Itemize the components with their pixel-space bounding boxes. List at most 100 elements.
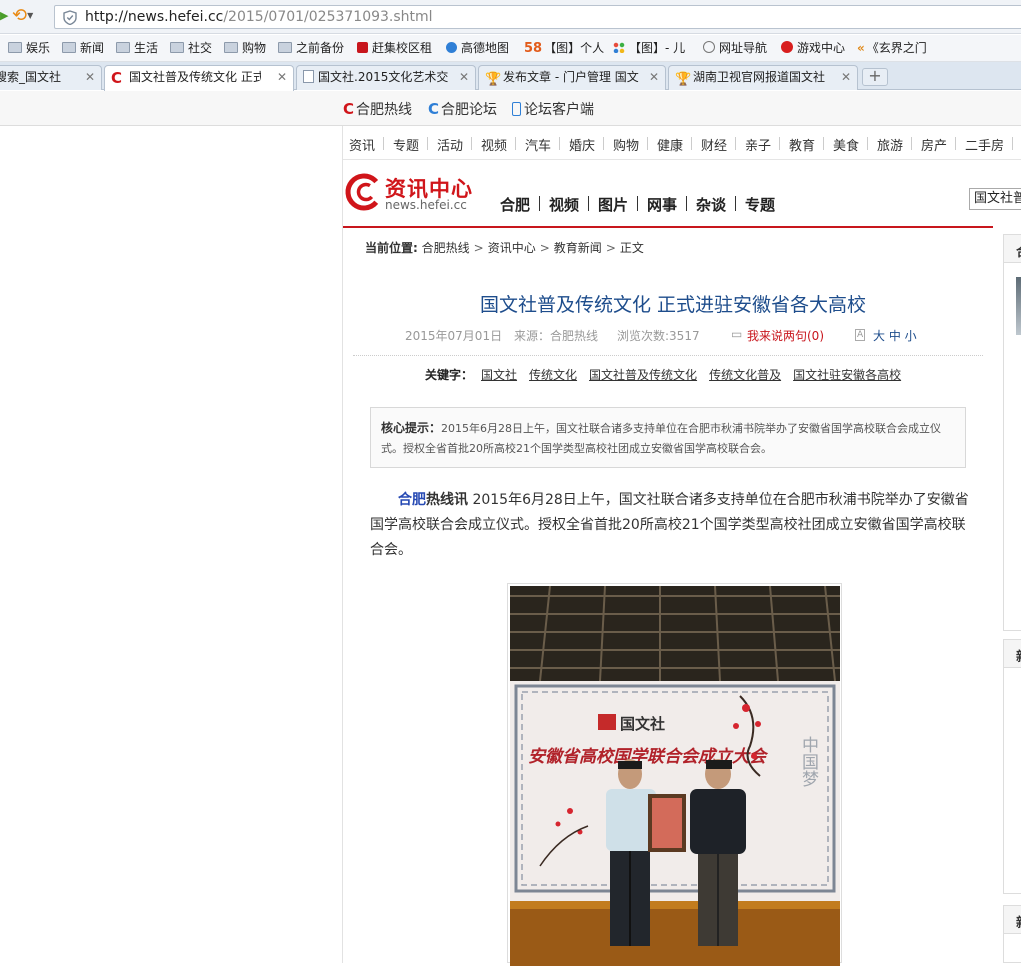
- folder-icon: [170, 42, 184, 53]
- map-icon: [446, 42, 457, 53]
- cat-item[interactable]: 婚庆: [569, 135, 595, 154]
- divider: [1012, 137, 1013, 150]
- folder-icon: [224, 42, 238, 53]
- site-top-bar: C 合肥热线 C 合肥论坛 论坛客户端: [0, 91, 1021, 126]
- divider: [559, 137, 560, 150]
- top-link-forum[interactable]: C 合肥论坛: [428, 99, 497, 119]
- browser-tab[interactable]: 国文社.2015文化艺术交 ✕: [296, 65, 476, 90]
- divider: [911, 137, 912, 150]
- cat-item[interactable]: 二手房: [965, 135, 1004, 154]
- keyword-link[interactable]: 国文社: [481, 368, 517, 382]
- forum-c-icon: C: [428, 100, 440, 118]
- bookmark-link[interactable]: 赶集校区租: [357, 39, 432, 57]
- sidebar-heading: 合: [1004, 235, 1021, 263]
- address-bar[interactable]: http://news.hefei.cc/2015/0701/025371093…: [54, 5, 1021, 29]
- article-photo[interactable]: 国文社 安徽省高校国学联合会成立大会 中国梦: [507, 583, 842, 966]
- publish-date: 2015年07月01日: [405, 329, 503, 343]
- bookmark-link[interactable]: 58 【图】个人: [524, 39, 604, 57]
- news-center-logo-icon[interactable]: [343, 172, 383, 212]
- cat-item[interactable]: 房产: [921, 135, 947, 154]
- cat-item[interactable]: 亲子: [745, 135, 771, 154]
- bookmark-link[interactable]: 【图】- 儿: [613, 39, 685, 57]
- breadcrumb-current: 正文: [619, 241, 644, 255]
- main-nav-hefei[interactable]: 合肥: [500, 194, 530, 215]
- divider: [691, 137, 692, 150]
- forward-arrow-icon[interactable]: ▶: [0, 10, 8, 22]
- cat-item[interactable]: 专题: [393, 135, 419, 154]
- shield-icon: [63, 10, 77, 25]
- main-nav-talk[interactable]: 杂谈: [696, 194, 726, 215]
- cat-item[interactable]: 资讯: [349, 135, 375, 154]
- cat-item[interactable]: 教育: [789, 135, 815, 154]
- main-nav-video[interactable]: 视频: [549, 194, 579, 215]
- bookmark-folder[interactable]: 之前备份: [278, 39, 344, 57]
- browser-tab[interactable]: 搜索_国文社 ✕: [0, 65, 102, 90]
- cat-item[interactable]: 健康: [657, 135, 683, 154]
- bookmark-link[interactable]: 游戏中心: [781, 39, 845, 57]
- bookmark-link[interactable]: 网址导航: [703, 39, 767, 57]
- keyword-link[interactable]: 传统文化普及: [709, 368, 781, 382]
- close-icon[interactable]: ✕: [459, 66, 469, 88]
- event-photo: 国文社 安徽省高校国学联合会成立大会 中国梦: [510, 586, 840, 966]
- summary-text: 2015年6月28日上午，国文社联合诸多支持单位在合肥市秋浦书院举办了安徽省国学…: [381, 422, 942, 455]
- backdrop-logo-text: 国文社: [620, 715, 665, 733]
- sidebar-heading: 新: [1004, 906, 1021, 934]
- browser-tab-active[interactable]: C 国文社普及传统文化 正式 ✕: [104, 65, 294, 91]
- lead-city[interactable]: 合肥: [398, 492, 426, 508]
- phone-icon: [512, 102, 521, 116]
- summary-label: 核心提示：: [381, 421, 442, 435]
- main-nav-special[interactable]: 专题: [745, 194, 775, 215]
- close-icon[interactable]: ✕: [277, 66, 287, 88]
- cat-item[interactable]: 美食: [833, 135, 859, 154]
- breadcrumb: 当前位置: 合肥热线 > 资讯中心 > 教育新闻 > 正文: [365, 239, 644, 256]
- chevron-right-icon: >: [539, 241, 550, 255]
- top-link-app[interactable]: 论坛客户端: [512, 99, 594, 119]
- divider: [735, 137, 736, 150]
- bookmark-folder[interactable]: 新闻: [62, 39, 104, 57]
- new-tab-button[interactable]: +: [862, 68, 888, 86]
- keyword-link[interactable]: 传统文化: [529, 368, 577, 382]
- cat-item[interactable]: 旅游: [877, 135, 903, 154]
- folder-icon: [278, 42, 292, 53]
- divider: [427, 137, 428, 150]
- close-icon[interactable]: ✕: [841, 66, 851, 88]
- cat-item[interactable]: 活动: [437, 135, 463, 154]
- font-size-switch[interactable]: 大 中 小: [873, 327, 917, 344]
- divider: [539, 196, 540, 211]
- globe-icon: [703, 41, 715, 53]
- divider: [588, 196, 589, 211]
- close-icon[interactable]: ✕: [85, 66, 95, 88]
- bookmark-link[interactable]: 高德地图: [446, 39, 509, 57]
- folder-icon: [116, 42, 130, 53]
- bookmark-folder[interactable]: 社交: [170, 39, 212, 57]
- divider: [867, 137, 868, 150]
- main-nav-pictures[interactable]: 图片: [598, 194, 628, 215]
- site-icon: [357, 42, 368, 53]
- bookmark-link[interactable]: «《玄界之门: [857, 39, 927, 57]
- cat-item[interactable]: 汽车: [525, 135, 551, 154]
- browser-toolbar: ▶ ⟲▼ http://news.hefei.cc/2015/0701/0253…: [0, 0, 1021, 34]
- sidebar-thumbnail[interactable]: [1016, 277, 1021, 335]
- top-link-hefei[interactable]: C 合肥热线: [343, 99, 412, 119]
- bookmark-folder[interactable]: 娱乐: [8, 39, 50, 57]
- hefei-c-icon: C: [111, 69, 123, 87]
- keyword-link[interactable]: 国文社驻安徽各高校: [793, 368, 901, 382]
- undo-icon[interactable]: ⟲▼: [12, 5, 38, 27]
- close-icon[interactable]: ✕: [649, 66, 659, 88]
- search-input[interactable]: 国文社普及传统文化: [969, 188, 1021, 210]
- cat-item[interactable]: 财经: [701, 135, 727, 154]
- backdrop-side-text: 中国梦: [798, 736, 819, 787]
- breadcrumb-link[interactable]: 资讯中心: [488, 241, 536, 255]
- breadcrumb-link[interactable]: 教育新闻: [554, 241, 602, 255]
- browser-tab[interactable]: 🏆 湖南卫视官网报道国文社 ✕: [668, 65, 858, 90]
- comment-link[interactable]: 我来说两句(0): [747, 327, 824, 344]
- keyword-link[interactable]: 国文社普及传统文化: [589, 368, 697, 382]
- main-nav-netnews[interactable]: 网事: [647, 194, 677, 215]
- bookmark-folder[interactable]: 生活: [116, 39, 158, 57]
- divider: [779, 137, 780, 150]
- cat-item[interactable]: 购物: [613, 135, 639, 154]
- bookmark-folder[interactable]: 购物: [224, 39, 266, 57]
- cat-item[interactable]: 视频: [481, 135, 507, 154]
- browser-tab[interactable]: 🏆 发布文章 - 门户管理 国文 ✕: [478, 65, 666, 90]
- breadcrumb-link[interactable]: 合肥热线: [422, 241, 470, 255]
